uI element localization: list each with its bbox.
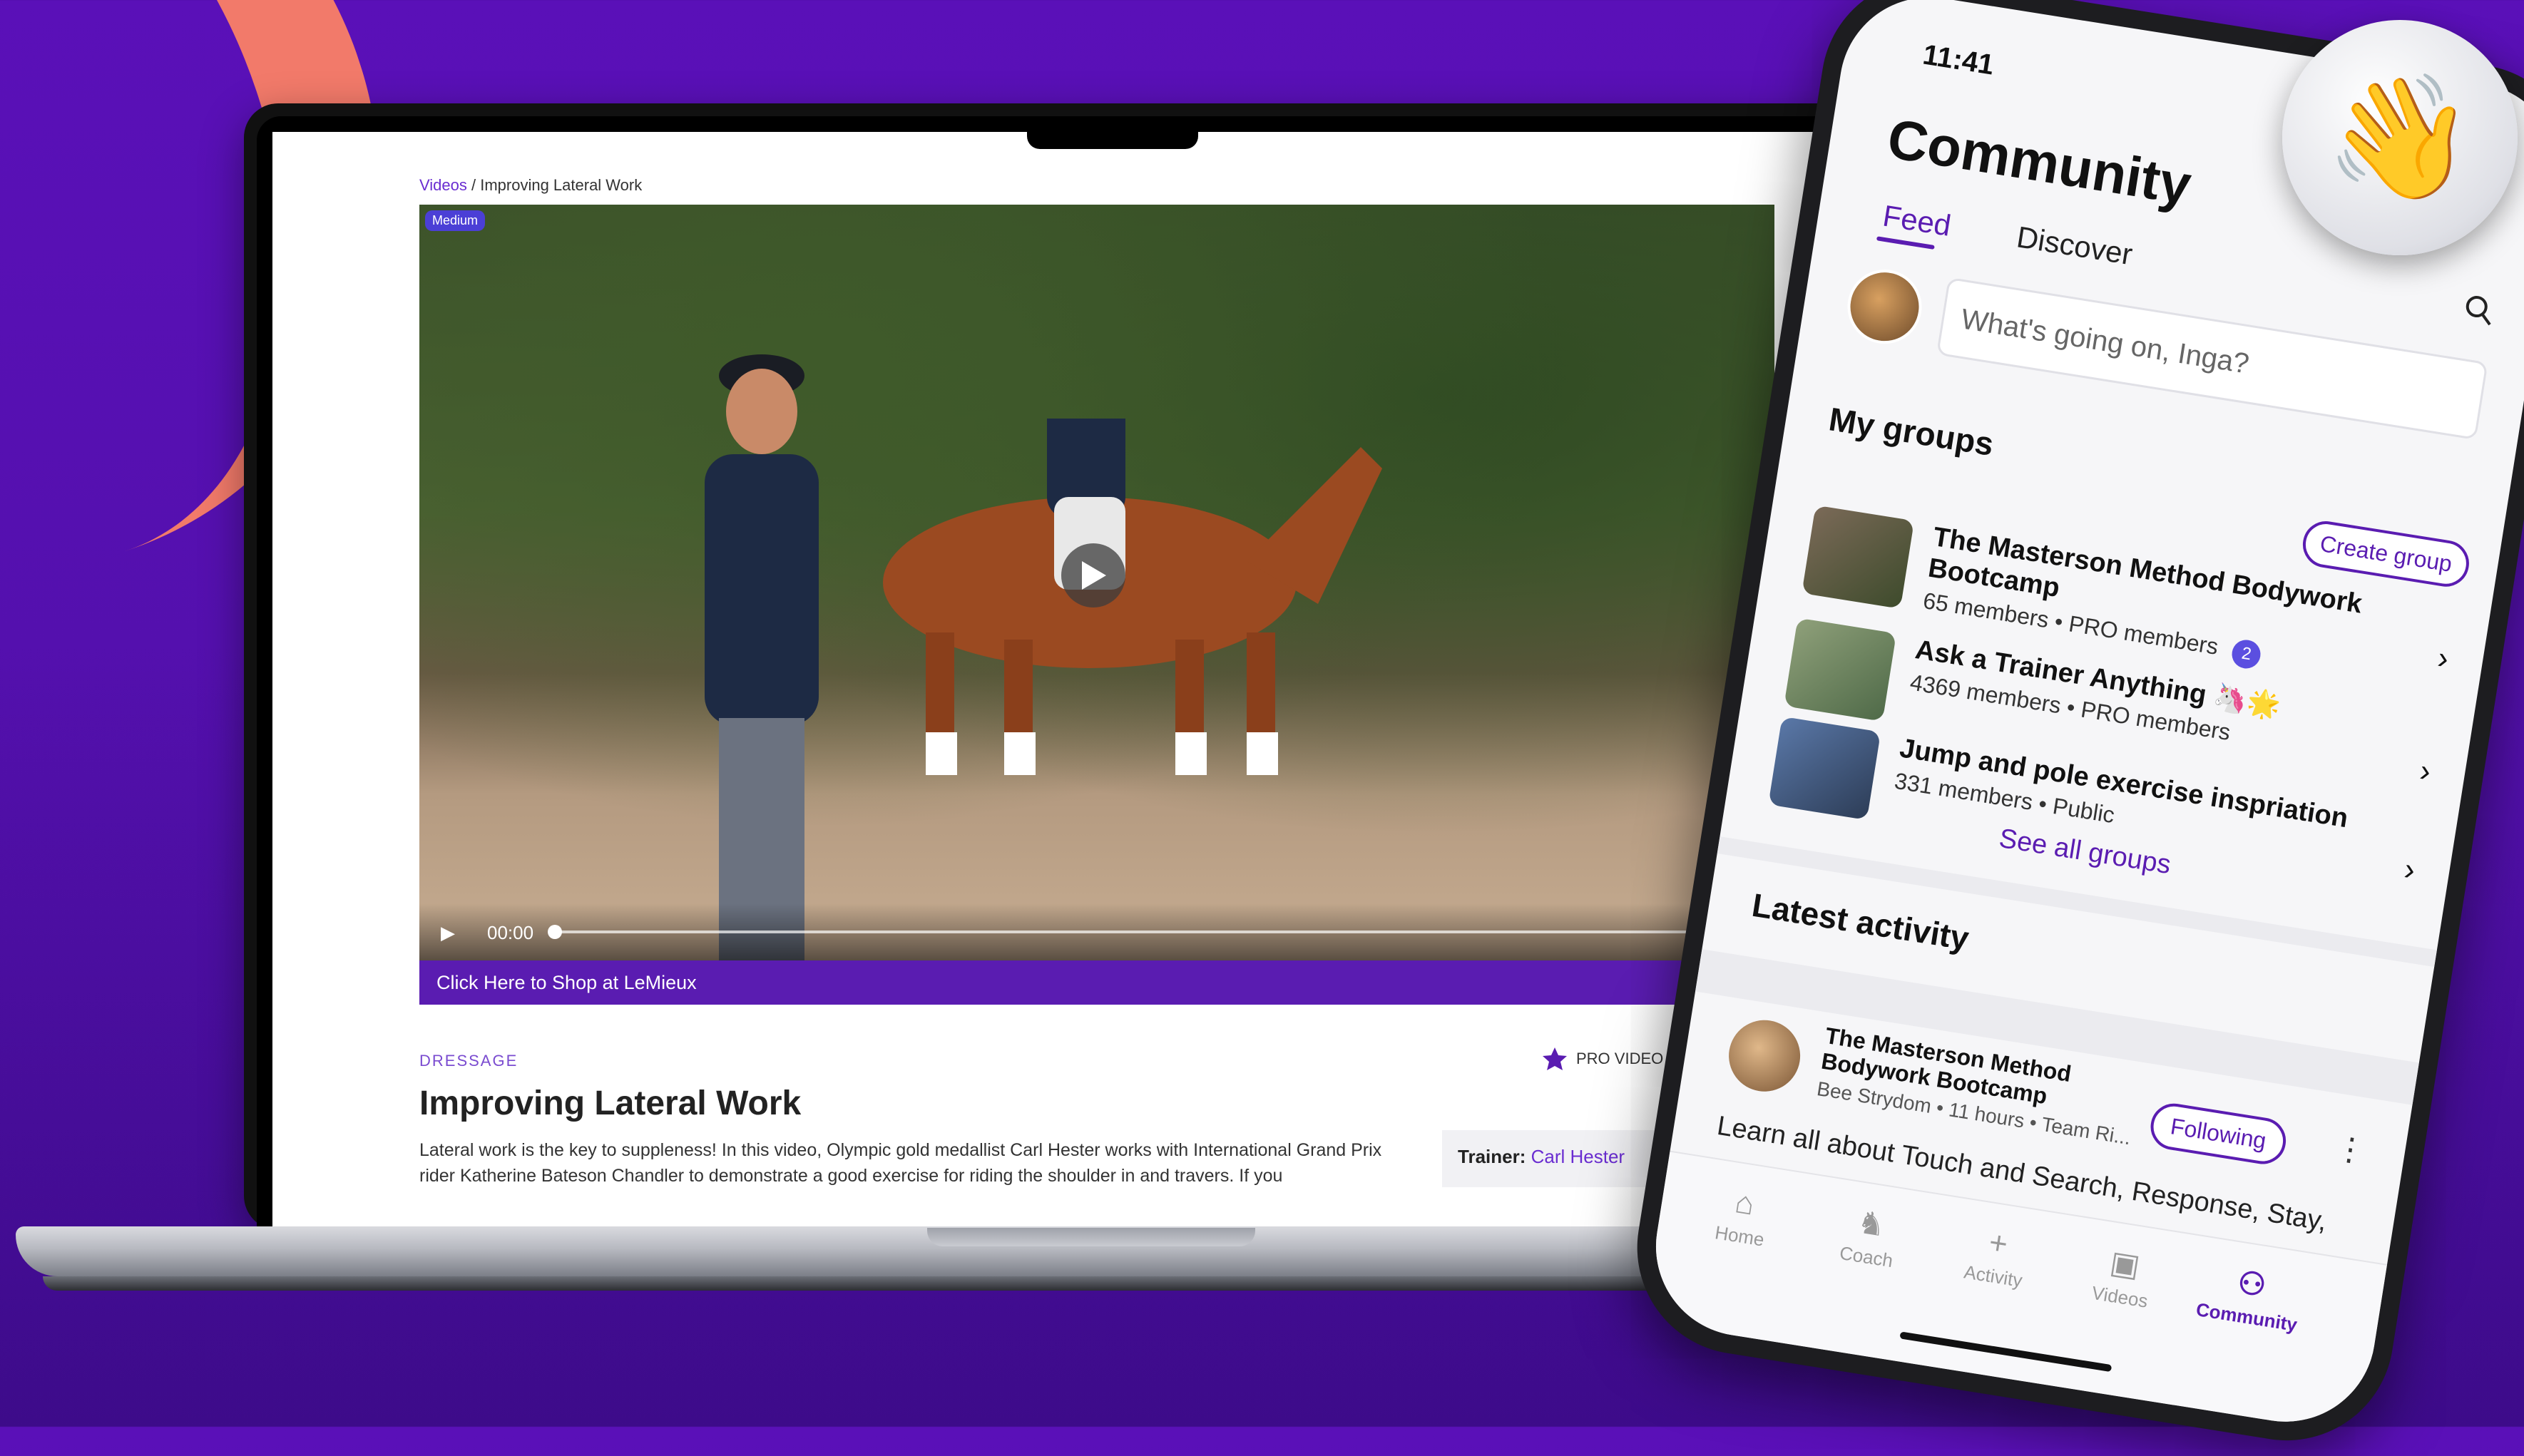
difficulty-badge: Medium [425,210,486,231]
more-options-icon[interactable]: ⋮ [2332,1129,2369,1170]
camera-notch [1027,116,1198,149]
laptop: Videos / Improving Lateral Work Medium ▶… [244,103,1884,1230]
video-progress-knob[interactable] [548,925,562,939]
video-time: 00:00 [487,922,534,943]
tab-discover[interactable]: Discover [2014,220,2135,272]
laptop-bezel: Videos / Improving Lateral Work Medium ▶… [257,116,1871,1230]
chevron-right-icon: › [2435,640,2451,677]
video-title: Improving Lateral Work [419,1085,802,1122]
play-icon [1082,561,1106,590]
video-description: Lateral work is the key to suppleness! I… [419,1140,1382,1186]
tab-community[interactable]: ⚇ Community [2192,1258,2308,1336]
breadcrumb-current: Improving Lateral Work [480,176,643,194]
notification-badge: 2 [2229,637,2263,671]
category-label[interactable]: DRESSAGE [419,1052,518,1070]
tab-label: Videos [2090,1281,2150,1312]
videos-icon: ▣ [2107,1244,2142,1284]
my-groups-heading: My groups [1826,400,1996,463]
laptop-groove [927,1228,1255,1246]
latest-activity-heading: Latest activity [1749,886,1972,958]
video-progress-track[interactable] [555,930,1753,933]
trainer-figure [705,354,819,960]
play-overlay-button[interactable] [1061,543,1125,607]
compose-input[interactable]: What's going on, Inga? [1936,277,2488,441]
shop-banner[interactable]: Click Here to Shop at LeMieux [419,960,1774,1005]
page-title: Community [1883,106,2196,217]
tab-feed[interactable]: Feed [1881,199,1953,243]
group-thumbnail [1784,617,1897,722]
pro-video-label: PRO VIDEO [1576,1049,1664,1067]
breadcrumb: Videos / Improving Lateral Work [419,176,642,195]
breadcrumb-separator: / [466,176,481,194]
trainer-label: Trainer: [1458,1146,1526,1167]
avatar [1723,1015,1806,1097]
home-indicator [1899,1331,2112,1373]
video-player[interactable]: Medium ▶ 00:00 [419,205,1774,960]
play-icon[interactable]: ▶ [441,922,455,944]
plus-icon: + [1986,1224,2010,1262]
video-controls: ▶ 00:00 [419,903,1774,960]
laptop-foot [43,1276,1812,1291]
waving-hand-icon: 👋 [2282,20,2518,255]
trainer-link[interactable]: Carl Hester [1531,1146,1625,1167]
breadcrumb-videos-link[interactable]: Videos [419,176,467,194]
coach-icon: ♞ [1854,1204,1889,1244]
tab-home[interactable]: ⌂ Home [1685,1178,1801,1256]
group-thumbnail [1802,505,1915,609]
avatar[interactable] [1842,264,1928,349]
tab-activity[interactable]: + Activity [1938,1218,2054,1296]
status-time: 11:41 [1921,39,1996,81]
chevron-right-icon: › [2401,851,2418,888]
tab-videos[interactable]: ▣ Videos [2065,1238,2181,1316]
search-icon[interactable] [2461,292,2497,327]
tab-label: Coach [1838,1241,1895,1272]
tab-coach[interactable]: ♞ Coach [1812,1198,1927,1276]
group-type: Public [2050,792,2117,829]
following-button[interactable]: Following [2147,1100,2289,1168]
tab-label: Activity [1962,1261,2024,1291]
tab-label: Home [1713,1221,1766,1251]
star-icon [1543,1047,1567,1070]
chevron-right-icon: › [2417,752,2433,789]
laptop-screen: Videos / Improving Lateral Work Medium ▶… [272,132,1856,1230]
home-icon: ⌂ [1732,1184,1757,1222]
